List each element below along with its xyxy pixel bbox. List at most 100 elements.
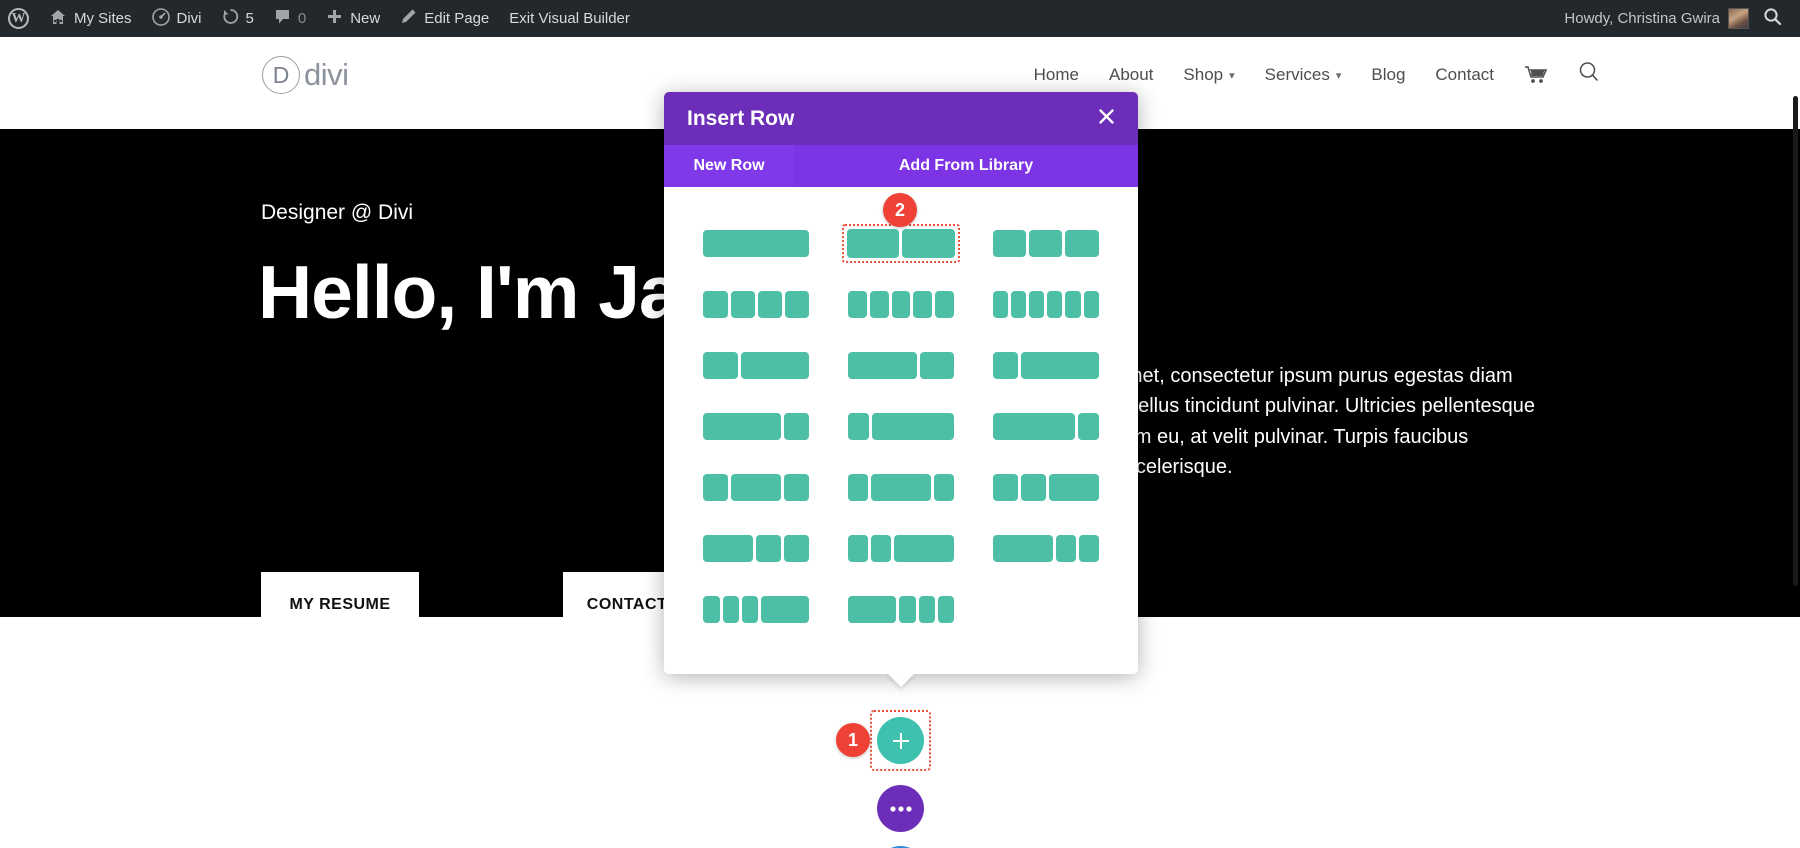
nav-label-about: About bbox=[1108, 65, 1154, 84]
layout-column bbox=[1078, 535, 1099, 562]
layout-option-cell bbox=[694, 335, 819, 396]
divi-logo-icon: D bbox=[262, 56, 300, 94]
search-icon[interactable] bbox=[1578, 61, 1600, 89]
row-2-col[interactable] bbox=[841, 224, 960, 263]
adminbar-item-exit-visual-builder[interactable]: Exit Visual Builder bbox=[499, 0, 640, 37]
modal-scrollbar[interactable] bbox=[1793, 96, 1798, 586]
layout-option-cell bbox=[983, 335, 1108, 396]
avatar bbox=[1728, 8, 1749, 29]
row-quarter-half-quarter[interactable] bbox=[700, 471, 812, 504]
layout-column bbox=[891, 291, 911, 318]
row-sixth-sixth-sixth-half[interactable] bbox=[700, 593, 812, 626]
nav-item-contact[interactable]: Contact bbox=[1435, 65, 1494, 85]
layout-column bbox=[992, 413, 1076, 440]
chevron-down-icon: ▾ bbox=[1335, 69, 1342, 82]
layout-option-cell bbox=[694, 213, 819, 274]
layout-option-cell bbox=[839, 335, 964, 396]
my-resume-button[interactable]: MY RESUME bbox=[261, 572, 419, 638]
layout-column bbox=[756, 535, 782, 562]
adminbar-item-my-sites[interactable]: My Sites bbox=[39, 0, 142, 37]
nav-item-home[interactable]: Home bbox=[1034, 65, 1079, 85]
nav-label-services: Services bbox=[1264, 65, 1330, 84]
row-third-twothird[interactable] bbox=[700, 349, 812, 382]
adminbar-item-updates[interactable]: 5 bbox=[212, 0, 264, 37]
site-logo[interactable]: D divi bbox=[262, 56, 349, 94]
layout-column bbox=[847, 413, 869, 440]
adminbar-item-comments[interactable]: 0 bbox=[264, 0, 316, 37]
adminbar-search-icon[interactable] bbox=[1749, 7, 1800, 31]
adminbar-item-new[interactable]: New bbox=[316, 0, 390, 37]
layout-option-cell bbox=[694, 579, 819, 640]
nav-item-blog[interactable]: Blog bbox=[1371, 65, 1405, 85]
row-twothird-third[interactable] bbox=[845, 349, 957, 382]
layout-column bbox=[847, 291, 867, 318]
adminbar-label-edit-page: Edit Page bbox=[424, 10, 490, 27]
row-quarter-threequarter[interactable] bbox=[990, 349, 1102, 382]
close-icon[interactable] bbox=[1098, 108, 1115, 129]
layout-column bbox=[913, 291, 933, 318]
row-5-col[interactable] bbox=[845, 288, 957, 321]
update-icon bbox=[222, 8, 239, 29]
layout-column bbox=[1010, 291, 1026, 318]
row-fourfifth-fifth[interactable] bbox=[990, 410, 1102, 443]
row-half-sixth-sixth-sixth[interactable] bbox=[845, 593, 957, 626]
adminbar-wordpress-logo[interactable]: W bbox=[0, 0, 39, 37]
layout-option-cell bbox=[839, 274, 964, 335]
sites-icon bbox=[49, 9, 67, 29]
layout-column bbox=[992, 474, 1018, 501]
row-quarter-quarter-half[interactable] bbox=[990, 471, 1102, 504]
nav-item-services[interactable]: Services ▾ bbox=[1265, 65, 1342, 85]
layout-option-cell bbox=[839, 396, 964, 457]
add-row-button[interactable] bbox=[877, 717, 924, 764]
layout-column bbox=[1048, 474, 1099, 501]
adminbar-label-comments: 0 bbox=[297, 10, 307, 27]
layout-column bbox=[785, 291, 810, 318]
layout-column bbox=[870, 474, 931, 501]
tab-add-from-library[interactable]: Add From Library bbox=[794, 145, 1138, 187]
tab-new-row[interactable]: New Row bbox=[664, 145, 794, 187]
layout-column bbox=[847, 352, 917, 379]
layout-column bbox=[730, 291, 755, 318]
layout-option-cell bbox=[839, 579, 964, 640]
layout-column bbox=[847, 474, 868, 501]
row-6-col[interactable] bbox=[990, 288, 1102, 321]
layout-column bbox=[703, 352, 738, 379]
insert-row-modal: Insert Row New Row Add From Library bbox=[664, 92, 1138, 687]
row-4-col[interactable] bbox=[700, 288, 812, 321]
row-half-quarter-quarter[interactable] bbox=[700, 532, 812, 565]
modal-header: Insert Row bbox=[664, 92, 1138, 145]
row-more-options-button[interactable] bbox=[877, 785, 924, 832]
layout-column bbox=[937, 596, 954, 623]
cart-icon[interactable] bbox=[1524, 65, 1548, 85]
chevron-down-icon: ▾ bbox=[1229, 69, 1235, 82]
wp-admin-bar: W My Sites Divi 5 0 New Edit Page Exit V… bbox=[0, 0, 1800, 37]
step-badge-1: 1 bbox=[836, 723, 870, 757]
layout-column bbox=[741, 596, 758, 623]
row-3-col[interactable] bbox=[990, 227, 1102, 260]
row-1-col[interactable] bbox=[700, 227, 812, 260]
row-threequarter-quarter[interactable] bbox=[700, 410, 812, 443]
row-fifth-fifth-threefifth[interactable] bbox=[845, 532, 957, 565]
adminbar-item-divi[interactable]: Divi bbox=[142, 0, 212, 37]
nav-label-contact: Contact bbox=[1435, 65, 1494, 84]
adminbar-item-edit-page[interactable]: Edit Page bbox=[390, 0, 499, 37]
layout-column bbox=[1078, 413, 1099, 440]
layout-column bbox=[1083, 291, 1099, 318]
nav-item-shop[interactable]: Shop ▾ bbox=[1183, 65, 1234, 85]
nav-item-about[interactable]: About bbox=[1109, 65, 1153, 85]
row-fifth-fourfifth[interactable] bbox=[845, 410, 957, 443]
adminbar-account-area[interactable]: Howdy, Christina Gwira bbox=[1564, 8, 1749, 29]
adminbar-label-updates: 5 bbox=[245, 10, 254, 27]
layout-column bbox=[1020, 474, 1046, 501]
layout-column bbox=[902, 229, 955, 258]
row-fifth-threefifth-fifth[interactable] bbox=[845, 471, 957, 504]
layout-column bbox=[722, 596, 739, 623]
row-threefifth-fifth-fifth[interactable] bbox=[990, 532, 1102, 565]
modal-tabs: New Row Add From Library bbox=[664, 145, 1138, 187]
layout-option-cell bbox=[983, 274, 1108, 335]
step-badge-2: 2 bbox=[883, 193, 917, 227]
adminbar-label-new: New bbox=[350, 10, 381, 27]
add-row-highlight-outline bbox=[870, 710, 931, 771]
layout-column bbox=[740, 352, 810, 379]
layout-column bbox=[1021, 352, 1099, 379]
